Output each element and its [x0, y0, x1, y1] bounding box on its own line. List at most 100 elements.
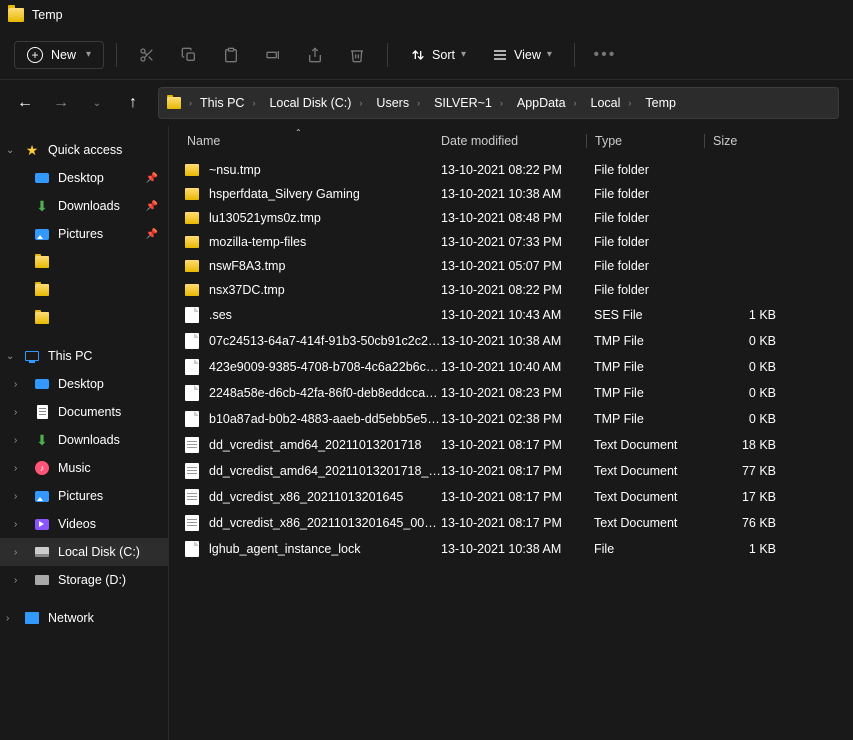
up-button[interactable]: ↑	[122, 94, 144, 112]
file-date: 13-10-2021 05:07 PM	[441, 259, 586, 273]
chevron-down-icon: ⌄	[6, 351, 14, 362]
sidebar-pictures[interactable]: › Pictures	[0, 482, 168, 510]
more-button[interactable]: •••	[587, 37, 623, 73]
file-type: File folder	[586, 259, 704, 273]
file-size: 77 KB	[704, 464, 792, 478]
breadcrumb-item[interactable]: SILVER~1›	[430, 96, 509, 110]
desktop-icon	[35, 173, 49, 183]
file-date: 13-10-2021 08:23 PM	[441, 386, 586, 400]
copy-button[interactable]	[171, 37, 207, 73]
text-file-icon	[185, 515, 199, 531]
back-button[interactable]: ←	[14, 94, 36, 112]
file-type: TMP File	[586, 360, 704, 374]
column-header-date[interactable]: Date modified	[441, 134, 586, 148]
share-button[interactable]	[297, 37, 333, 73]
sidebar-downloads[interactable]: › ⬇ Downloads	[0, 426, 168, 454]
sidebar-local-disk[interactable]: › Local Disk (C:)	[0, 538, 168, 566]
chevron-down-icon: ▾	[461, 49, 466, 60]
file-row[interactable]: .ses13-10-2021 10:43 AMSES File1 KB	[169, 302, 853, 328]
breadcrumb-item[interactable]: Local›	[587, 96, 638, 110]
file-type: File folder	[586, 211, 704, 225]
sidebar-pictures[interactable]: Pictures 📌	[0, 220, 168, 248]
file-row[interactable]: dd_vcredist_x86_20211013201645_000_vc...…	[169, 510, 853, 536]
file-size: 18 KB	[704, 438, 792, 452]
address-bar[interactable]: › This PC› Local Disk (C:)› Users› SILVE…	[158, 87, 839, 119]
file-row[interactable]: dd_vcredist_amd64_2021101320171813-10-20…	[169, 432, 853, 458]
file-row[interactable]: 2248a58e-d6cb-42fa-86f0-deb8eddccad5...1…	[169, 380, 853, 406]
file-row[interactable]: dd_vcredist_x86_2021101320164513-10-2021…	[169, 484, 853, 510]
video-icon	[35, 519, 49, 530]
folder-icon	[185, 260, 199, 272]
folder-icon	[185, 236, 199, 248]
chevron-down-icon: ⌄	[6, 145, 14, 156]
file-row[interactable]: lghub_agent_instance_lock13-10-2021 10:3…	[169, 536, 853, 562]
delete-button[interactable]	[339, 37, 375, 73]
sidebar-documents[interactable]: › Documents	[0, 398, 168, 426]
column-header-size[interactable]: Size	[704, 134, 792, 148]
column-header-name[interactable]: ⌃ Name	[185, 134, 441, 148]
file-type: SES File	[586, 308, 704, 322]
file-row[interactable]: hsperfdata_Silvery Gaming13-10-2021 10:3…	[169, 182, 853, 206]
breadcrumb-item[interactable]: Temp	[641, 96, 680, 110]
recent-button[interactable]: ⌄	[86, 98, 108, 109]
file-row[interactable]: 423e9009-9385-4708-b708-4c6a22b6cf67....…	[169, 354, 853, 380]
file-row[interactable]: nsx37DC.tmp13-10-2021 08:22 PMFile folde…	[169, 278, 853, 302]
file-date: 13-10-2021 10:38 AM	[441, 334, 586, 348]
file-row[interactable]: b10a87ad-b0b2-4883-aaeb-dd5ebb5e578...13…	[169, 406, 853, 432]
file-type: Text Document	[586, 464, 704, 478]
rename-button[interactable]	[255, 37, 291, 73]
file-size: 1 KB	[704, 542, 792, 556]
sidebar-videos[interactable]: › Videos	[0, 510, 168, 538]
separator	[116, 43, 117, 67]
sidebar-item-label: Local Disk (C:)	[58, 545, 140, 559]
forward-button[interactable]: →	[50, 94, 72, 112]
sidebar-this-pc[interactable]: ⌄ This PC	[0, 342, 168, 370]
chevron-right-icon: ›	[14, 547, 17, 558]
file-row[interactable]: lu130521yms0z.tmp13-10-2021 08:48 PMFile…	[169, 206, 853, 230]
file-type: TMP File	[586, 412, 704, 426]
breadcrumb-item[interactable]: This PC›	[196, 96, 261, 110]
disk-icon	[35, 547, 49, 557]
file-row[interactable]: mozilla-temp-files13-10-2021 07:33 PMFil…	[169, 230, 853, 254]
sidebar-storage[interactable]: › Storage (D:)	[0, 566, 168, 594]
breadcrumb-item[interactable]: Local Disk (C:)›	[265, 96, 368, 110]
file-name: lu130521yms0z.tmp	[209, 211, 321, 225]
file-name: dd_vcredist_x86_20211013201645	[209, 490, 403, 504]
sidebar-desktop[interactable]: Desktop 📌	[0, 164, 168, 192]
file-row[interactable]: nswF8A3.tmp13-10-2021 05:07 PMFile folde…	[169, 254, 853, 278]
sidebar-network[interactable]: › Network	[0, 604, 168, 632]
separator	[574, 43, 575, 67]
file-type: TMP File	[586, 386, 704, 400]
file-name: hsperfdata_Silvery Gaming	[209, 187, 360, 201]
new-button[interactable]: + New ▾	[14, 41, 104, 69]
file-size: 1 KB	[704, 308, 792, 322]
sidebar-folder[interactable]	[0, 276, 168, 304]
file-icon	[185, 307, 199, 323]
file-date: 13-10-2021 10:43 AM	[441, 308, 586, 322]
sort-asc-icon: ⌃	[295, 128, 302, 137]
sidebar-desktop[interactable]: › Desktop	[0, 370, 168, 398]
sidebar-folder[interactable]	[0, 248, 168, 276]
file-type: Text Document	[586, 438, 704, 452]
sidebar-downloads[interactable]: ⬇ Downloads 📌	[0, 192, 168, 220]
cut-button[interactable]	[129, 37, 165, 73]
file-row[interactable]: dd_vcredist_amd64_20211013201718_000...1…	[169, 458, 853, 484]
file-type: TMP File	[586, 334, 704, 348]
file-size: 0 KB	[704, 386, 792, 400]
sidebar-folder[interactable]	[0, 304, 168, 332]
chevron-down-icon: ▾	[86, 49, 91, 60]
copy-icon	[181, 47, 197, 63]
file-name: 2248a58e-d6cb-42fa-86f0-deb8eddccad5...	[209, 386, 441, 400]
file-date: 13-10-2021 02:38 PM	[441, 412, 586, 426]
breadcrumb-item[interactable]: Users›	[372, 96, 426, 110]
view-button[interactable]: View ▾	[482, 42, 562, 68]
sidebar-quick-access[interactable]: ⌄ ★ Quick access	[0, 136, 168, 164]
sidebar-music[interactable]: › ♪ Music	[0, 454, 168, 482]
file-row[interactable]: 07c24513-64a7-414f-91b3-50cb91c2c2f5.t..…	[169, 328, 853, 354]
file-row[interactable]: ~nsu.tmp13-10-2021 08:22 PMFile folder	[169, 158, 853, 182]
column-header-type[interactable]: Type	[586, 134, 704, 148]
folder-icon	[167, 97, 181, 109]
sort-button[interactable]: Sort ▾	[400, 42, 476, 68]
breadcrumb-item[interactable]: AppData›	[513, 96, 583, 110]
paste-button[interactable]	[213, 37, 249, 73]
